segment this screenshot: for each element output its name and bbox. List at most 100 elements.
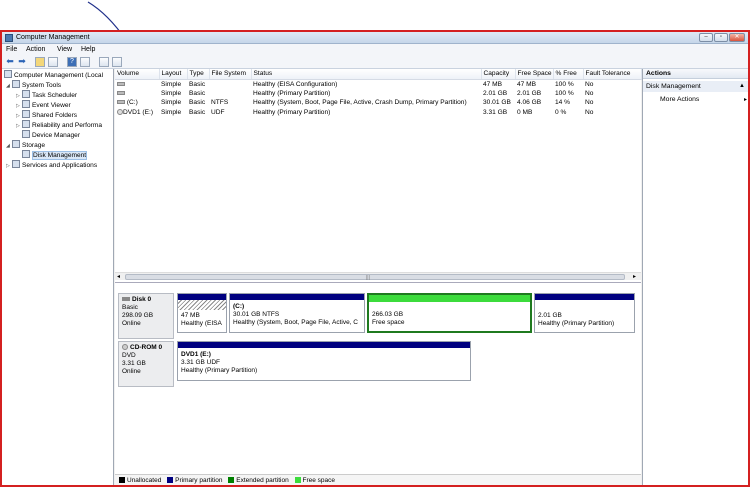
tools-icon	[12, 80, 20, 88]
table-row[interactable]: Simple Basic Healthy (Primary Partition)…	[115, 89, 641, 99]
volume-list-horizontal-scrollbar[interactable]: ◂ ||| ▸	[115, 272, 641, 281]
disk-management-pane: Volume Layout Type File System Status Ca…	[115, 69, 642, 485]
tree-item-storage[interactable]: ◢ Storage	[6, 140, 45, 150]
scroll-left-icon[interactable]: ◂	[117, 273, 120, 280]
tree-item-task-scheduler[interactable]: ▷ Task Scheduler	[16, 90, 77, 100]
column-header[interactable]: Volume	[115, 69, 160, 80]
column-header[interactable]: % Free	[553, 69, 584, 80]
legend-swatch	[294, 477, 301, 483]
table-cell: 47 MB	[517, 80, 537, 88]
column-header[interactable]: Layout	[159, 69, 188, 80]
back-arrow-icon[interactable]: ⬅	[5, 57, 15, 67]
forward-arrow-icon[interactable]: ➡	[17, 57, 27, 67]
table-cell: NTFS	[211, 99, 229, 107]
services-icon	[12, 160, 20, 168]
tree-root[interactable]: Computer Management (Local	[4, 70, 103, 80]
disk-icon	[122, 297, 130, 301]
tree-item-shared-folders[interactable]: ▷ Shared Folders	[16, 110, 77, 120]
minimize-button[interactable]: –	[699, 33, 713, 42]
shared-folder-icon	[22, 110, 30, 118]
submenu-arrow-icon: ▸	[744, 97, 748, 103]
window-title: Computer Management	[16, 34, 90, 41]
properties-icon[interactable]	[99, 57, 109, 67]
up-folder-icon[interactable]	[35, 57, 45, 67]
graphical-disk-view: Disk 0 Basic 298.09 GB Online 47 MB Heal…	[115, 282, 641, 472]
tree-item-device-manager[interactable]: Device Manager	[16, 130, 80, 140]
table-cell: Simple	[161, 99, 182, 107]
computer-icon	[4, 70, 12, 78]
drive-icon	[117, 100, 125, 105]
table-row[interactable]: (C:) Simple Basic NTFS Healthy (System, …	[115, 98, 641, 108]
table-cell: Healthy (Primary Partition)	[253, 89, 331, 97]
volume-cell: DVD1 (E:)	[115, 108, 159, 118]
table-cell: No	[585, 99, 594, 107]
table-cell: Basic	[189, 89, 206, 97]
table-cell: 4.06 GB	[517, 99, 542, 107]
maximize-button[interactable]: ▫	[714, 33, 728, 42]
table-cell: Healthy (Primary Partition)	[253, 108, 331, 116]
clock-icon	[22, 90, 30, 98]
refresh-icon[interactable]	[112, 57, 122, 67]
legend-swatch	[119, 477, 125, 483]
computer-management-window: Computer Management – ▫ ✕ File Action Vi…	[0, 30, 750, 487]
menu-view[interactable]: View	[57, 45, 72, 54]
show-hide-action-pane-icon[interactable]	[80, 57, 90, 67]
partition-dvd1[interactable]: DVD1 (E:) 3.31 GB UDF Healthy (Primary P…	[177, 341, 471, 381]
tree-item-system-tools[interactable]: ◢ System Tools	[6, 80, 61, 90]
partition-eisa[interactable]: 47 MB Healthy (EISA	[177, 293, 227, 333]
table-cell: 2.01 GB	[517, 89, 542, 97]
drive-icon	[117, 90, 125, 95]
partition-primary-2gb[interactable]: 2.01 GB Healthy (Primary Partition)	[534, 293, 635, 333]
column-header[interactable]: Fault Tolerance	[583, 69, 642, 80]
column-header[interactable]: Status	[251, 69, 482, 80]
table-cell: Simple	[161, 108, 182, 116]
close-button[interactable]: ✕	[729, 33, 745, 42]
help-icon[interactable]: ?	[67, 57, 77, 67]
legend-label: Extended partition	[236, 477, 289, 484]
console-tree: Computer Management (Local ◢ System Tools…	[2, 69, 114, 485]
actions-pane: Actions Disk Management ▲ More Actions ▸	[642, 69, 748, 485]
table-cell	[209, 89, 251, 99]
collapse-up-icon[interactable]: ▲	[739, 81, 745, 92]
table-cell: Healthy (EISA Configuration)	[253, 80, 338, 88]
more-actions-link[interactable]: More Actions ▸	[660, 95, 747, 105]
device-manager-icon	[22, 130, 30, 138]
column-header[interactable]: Capacity	[481, 69, 516, 80]
column-header[interactable]: Free Space	[515, 69, 554, 80]
cdrom-0-label[interactable]: CD-ROM 0 DVD 3.31 GB Online	[118, 341, 174, 387]
disk-management-icon	[22, 150, 30, 158]
tree-item-event-viewer[interactable]: ▷ Event Viewer	[16, 100, 71, 110]
disk-0-label[interactable]: Disk 0 Basic 298.09 GB Online	[118, 293, 174, 339]
scrollbar-thumb[interactable]: |||	[125, 274, 625, 281]
table-row[interactable]: Simple Basic Healthy (EISA Configuration…	[115, 79, 641, 89]
disk-legend: Unallocated Primary partition Extended p…	[115, 474, 641, 485]
table-cell	[209, 79, 251, 89]
menu-bar: File Action View Help	[2, 44, 748, 55]
tree-item-services-applications[interactable]: ▷ Services and Applications	[6, 160, 97, 170]
column-header[interactable]: File System	[209, 69, 252, 80]
scroll-right-icon[interactable]: ▸	[633, 273, 636, 280]
table-cell: 0 MB	[517, 108, 533, 116]
actions-section-disk-management[interactable]: Disk Management ▲	[643, 81, 748, 92]
column-header[interactable]: Type	[187, 69, 210, 80]
table-cell: 2.01 GB	[483, 89, 508, 97]
table-cell: 3.31 GB	[483, 108, 508, 116]
partition-c[interactable]: (C:) 30.01 GB NTFS Healthy (System, Boot…	[229, 293, 365, 333]
show-hide-console-tree-icon[interactable]	[48, 57, 58, 67]
table-cell: 100 %	[555, 80, 574, 88]
table-cell: No	[585, 80, 594, 88]
table-cell: 0 %	[555, 108, 567, 116]
legend-swatch	[167, 477, 174, 483]
free-space-partition[interactable]: 266.03 GB Free space	[367, 293, 532, 333]
table-cell: Simple	[161, 89, 182, 97]
drive-icon	[117, 81, 125, 86]
menu-action[interactable]: Action	[26, 45, 45, 54]
tree-item-disk-management[interactable]: Disk Management	[16, 150, 88, 160]
table-row[interactable]: DVD1 (E:) Simple Basic UDF Healthy (Prim…	[115, 108, 641, 118]
storage-icon	[12, 140, 20, 148]
menu-help[interactable]: Help	[81, 45, 95, 54]
menu-file[interactable]: File	[6, 45, 17, 54]
table-cell: UDF	[211, 108, 225, 116]
tree-item-reliability[interactable]: ▷ Reliability and Performa	[16, 120, 102, 130]
title-bar: Computer Management – ▫ ✕	[2, 32, 748, 44]
